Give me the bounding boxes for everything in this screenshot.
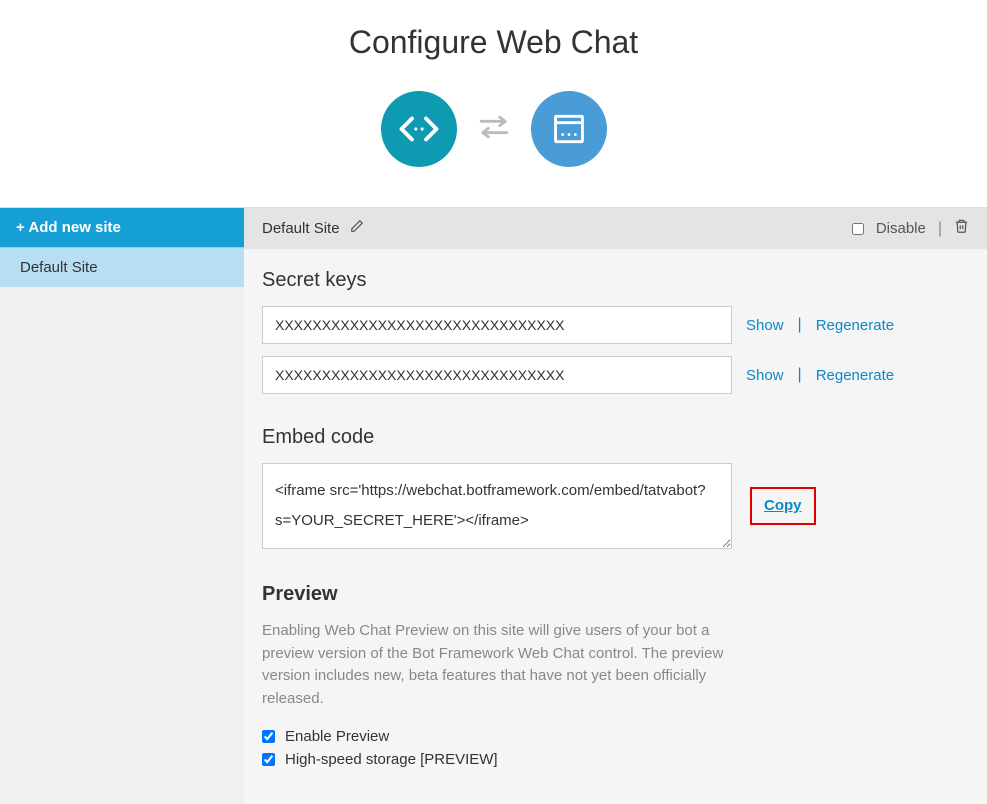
secret-key-input-1[interactable] [262, 306, 732, 344]
embed-code-textarea[interactable]: <iframe src='https://webchat.botframewor… [262, 463, 732, 549]
enable-preview-row[interactable]: Enable Preview [262, 728, 969, 745]
high-speed-storage-row[interactable]: High-speed storage [PREVIEW] [262, 751, 969, 768]
secret-key-row: Show | Regenerate [262, 356, 969, 394]
add-new-site-button[interactable]: + Add new site [0, 208, 244, 247]
high-speed-storage-checkbox[interactable] [262, 753, 275, 766]
browser-chat-icon [531, 91, 607, 167]
enable-preview-checkbox[interactable] [262, 730, 275, 743]
main-container: + Add new site Default Site Default Site… [0, 207, 987, 804]
secret-key-input-2[interactable] [262, 356, 732, 394]
preview-description: Enabling Web Chat Preview on this site w… [262, 620, 762, 710]
separator: | [798, 366, 802, 384]
page-title: Configure Web Chat [0, 0, 987, 91]
copy-highlight-box: Copy [750, 487, 816, 525]
disable-label[interactable]: Disable [876, 220, 926, 237]
separator: | [798, 316, 802, 334]
preview-title: Preview [262, 583, 969, 606]
copy-embed-link[interactable]: Copy [764, 497, 802, 514]
regenerate-key-2-link[interactable]: Regenerate [816, 367, 894, 384]
secret-keys-title: Secret keys [262, 269, 969, 292]
embed-code-title: Embed code [262, 426, 969, 449]
header-icon-row [0, 91, 987, 207]
content-area: Default Site Disable | [244, 208, 987, 804]
sidebar-item-default-site[interactable]: Default Site [0, 247, 244, 287]
regenerate-key-1-link[interactable]: Regenerate [816, 317, 894, 334]
enable-preview-label: Enable Preview [285, 728, 389, 745]
content-header: Default Site Disable | [244, 208, 987, 249]
code-icon [381, 91, 457, 167]
secret-key-row: Show | Regenerate [262, 306, 969, 344]
edit-icon[interactable] [350, 219, 364, 238]
disable-checkbox[interactable] [852, 223, 864, 235]
show-key-2-link[interactable]: Show [746, 367, 784, 384]
show-key-1-link[interactable]: Show [746, 317, 784, 334]
delete-icon[interactable] [954, 218, 969, 239]
high-speed-storage-label: High-speed storage [PREVIEW] [285, 751, 498, 768]
site-name-label: Default Site [262, 220, 340, 237]
sidebar: + Add new site Default Site [0, 208, 244, 804]
swap-arrows-icon [477, 112, 511, 147]
separator: | [938, 220, 942, 238]
